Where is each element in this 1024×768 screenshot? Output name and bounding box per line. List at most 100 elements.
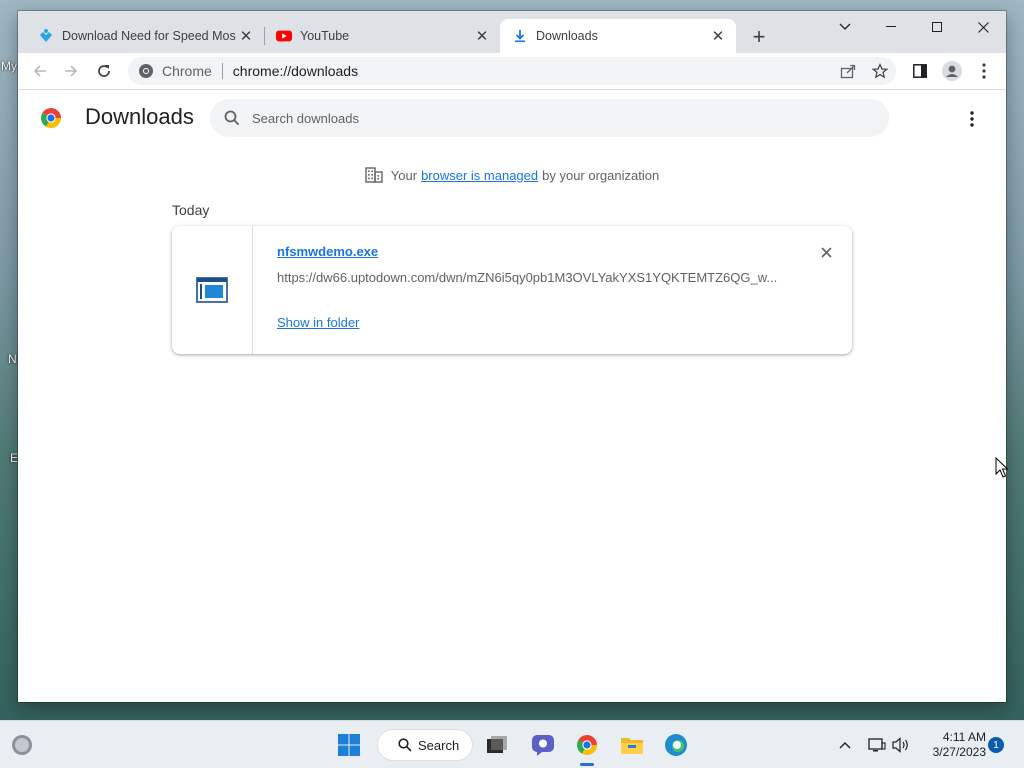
tab-strip: Download Need for Speed Most Wanted ✕ Yo… xyxy=(18,11,1006,53)
chat-button[interactable] xyxy=(527,729,559,761)
tab-uptodown[interactable]: Download Need for Speed Most Wanted ✕ xyxy=(26,19,264,53)
chrome-menu-button[interactable] xyxy=(970,57,998,85)
close-window-button[interactable] xyxy=(960,13,1006,41)
arrow-right-icon xyxy=(65,65,78,77)
building-icon xyxy=(365,167,383,183)
managed-notice: Your browser is managed by your organiza… xyxy=(18,167,1006,183)
chrome-icon xyxy=(577,735,597,755)
show-in-folder-link[interactable]: Show in folder xyxy=(277,315,359,330)
arrow-left-icon xyxy=(33,65,46,77)
task-view-button[interactable] xyxy=(481,729,513,761)
omnibox-actions xyxy=(832,57,896,85)
share-button[interactable] xyxy=(832,57,864,85)
exe-file-icon xyxy=(196,277,228,303)
side-panel-button[interactable] xyxy=(906,57,934,85)
close-icon xyxy=(820,246,832,258)
active-app-indicator xyxy=(580,763,594,766)
managed-prefix: Your xyxy=(390,167,418,183)
managed-suffix: by your organization xyxy=(542,167,660,183)
weather-icon xyxy=(12,735,32,755)
bookmark-button[interactable] xyxy=(864,57,896,85)
reload-button[interactable] xyxy=(90,57,118,85)
file-source-url[interactable]: https://dw66.uptodown.com/dwn/mZN6i5qy0p… xyxy=(277,270,777,285)
notification-badge[interactable]: 1 xyxy=(988,737,1004,753)
uptodown-icon xyxy=(38,28,54,44)
forward-button[interactable] xyxy=(57,57,85,85)
page-header: Downloads xyxy=(18,91,1006,147)
edge-icon xyxy=(665,734,687,756)
chrome-logo-icon xyxy=(41,108,61,128)
taskbar-chrome[interactable] xyxy=(571,729,603,761)
volume-icon xyxy=(892,737,908,753)
taskbar-file-explorer[interactable] xyxy=(616,729,648,761)
network-icon xyxy=(868,738,886,752)
clock-date: 3/27/2023 xyxy=(932,745,986,759)
youtube-icon xyxy=(276,28,292,44)
tab-downloads[interactable]: Downloads ✕ xyxy=(500,19,736,53)
browser-window: Download Need for Speed Most Wanted ✕ Yo… xyxy=(18,11,1006,702)
start-button[interactable] xyxy=(333,729,365,761)
taskbar-search-label: Search xyxy=(418,737,460,753)
side-panel-icon xyxy=(913,64,927,78)
close-tab-icon[interactable]: ✕ xyxy=(236,26,256,46)
browser-toolbar: Chrome chrome://downloads xyxy=(18,53,1006,90)
profile-button[interactable] xyxy=(938,57,966,85)
minimize-button[interactable] xyxy=(868,13,914,41)
desktop-icon-label[interactable]: My xyxy=(1,59,17,73)
weather-widget[interactable] xyxy=(6,729,38,761)
search-downloads-box[interactable] xyxy=(210,99,889,137)
close-icon xyxy=(977,21,989,33)
tab-youtube[interactable]: YouTube ✕ xyxy=(264,19,500,53)
mouse-cursor-icon xyxy=(995,457,1008,478)
avatar-icon xyxy=(942,61,962,81)
chrome-site-icon xyxy=(139,64,153,78)
tab-search-button[interactable] xyxy=(822,13,868,41)
taskbar-edge[interactable] xyxy=(660,729,692,761)
teams-chat-icon xyxy=(532,735,554,756)
tab-title: YouTube xyxy=(300,29,350,43)
address-bar[interactable]: Chrome chrome://downloads xyxy=(128,57,896,85)
desktop-icon-label[interactable]: N xyxy=(8,352,17,366)
chevron-up-icon xyxy=(839,742,851,749)
site-label: Chrome xyxy=(162,63,212,79)
windows-icon xyxy=(338,734,360,756)
browser-managed-link[interactable]: browser is managed xyxy=(421,168,538,183)
back-button[interactable] xyxy=(26,57,54,85)
file-icon-column xyxy=(172,226,253,354)
tab-title: Downloads xyxy=(536,29,598,43)
folder-icon xyxy=(621,738,643,754)
more-vertical-icon xyxy=(970,111,974,127)
download-icon xyxy=(512,28,528,44)
task-view-icon xyxy=(487,736,507,753)
search-icon xyxy=(398,738,412,752)
download-item: nfsmwdemo.exe https://dw66.uptodown.com/… xyxy=(172,226,852,354)
taskbar: Search 4:11 AM 3/27/2023 1 xyxy=(0,720,1024,768)
maximize-button[interactable] xyxy=(914,13,960,41)
taskbar-clock[interactable]: 4:11 AM 3/27/2023 xyxy=(918,730,986,760)
reload-icon xyxy=(98,65,110,77)
new-tab-button[interactable]: + xyxy=(747,24,771,49)
remove-download-button[interactable] xyxy=(816,242,836,262)
url-text[interactable]: chrome://downloads xyxy=(233,63,358,79)
search-input[interactable] xyxy=(252,110,852,126)
date-section-label: Today xyxy=(172,202,210,218)
file-name-link[interactable]: nfsmwdemo.exe xyxy=(277,244,378,259)
search-icon xyxy=(224,110,240,126)
share-icon xyxy=(840,64,856,79)
minimize-icon xyxy=(886,26,896,27)
downloads-menu-button[interactable] xyxy=(960,107,984,131)
maximize-icon xyxy=(932,22,942,32)
clock-time: 4:11 AM xyxy=(942,730,986,744)
site-info[interactable]: Chrome xyxy=(128,63,212,79)
taskbar-search[interactable]: Search xyxy=(377,729,473,761)
star-icon xyxy=(872,63,888,79)
volume-button[interactable] xyxy=(885,729,917,761)
omnibox-separator xyxy=(221,63,223,79)
chevron-down-icon xyxy=(839,23,851,30)
more-vertical-icon xyxy=(982,63,986,79)
show-hidden-icons-button[interactable] xyxy=(829,729,861,761)
close-tab-icon[interactable]: ✕ xyxy=(708,26,728,46)
desktop-icon-label[interactable]: E xyxy=(10,451,18,465)
close-tab-icon[interactable]: ✕ xyxy=(472,26,492,46)
downloads-page: Downloads Your browser is managed by you… xyxy=(18,91,1006,702)
